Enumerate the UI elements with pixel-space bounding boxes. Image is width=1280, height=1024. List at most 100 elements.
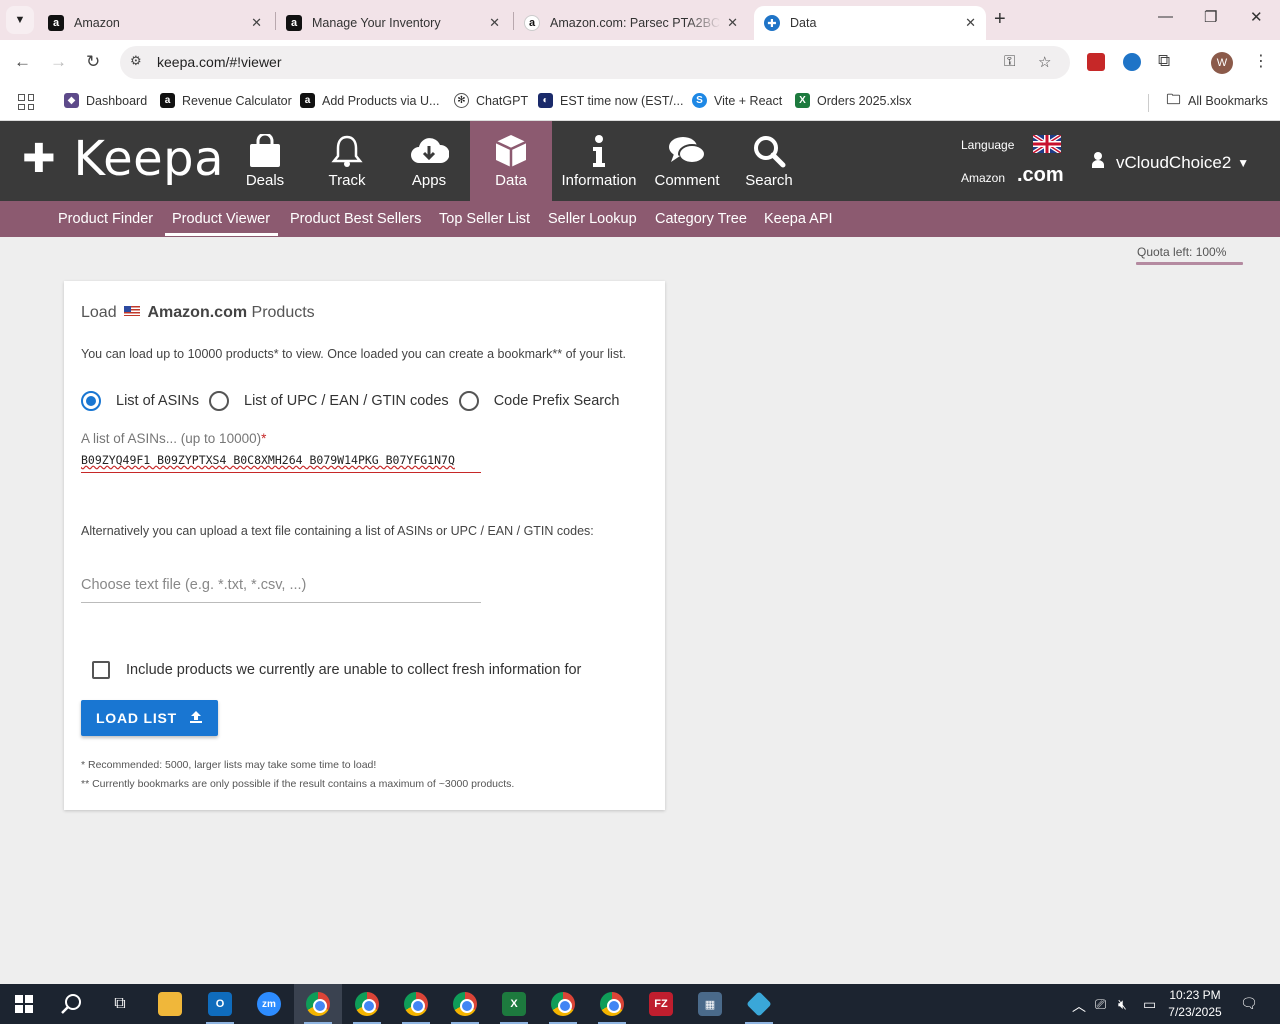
close-icon[interactable]: ✕	[251, 15, 262, 31]
calculator-icon: ▦	[698, 992, 722, 1016]
puzzle-icon[interactable]: ⧉	[1158, 51, 1170, 71]
radio-list-of-upc[interactable]	[209, 391, 230, 411]
taskbar-file-explorer[interactable]	[146, 984, 194, 1024]
caret-down-icon: ▼	[1237, 155, 1250, 170]
amazon-domain-select[interactable]: .com	[1017, 164, 1064, 187]
key-icon[interactable]: ⚿	[1004, 53, 1015, 70]
taskbar-chrome-2[interactable]	[343, 984, 391, 1024]
back-icon[interactable]: ←	[14, 52, 31, 72]
keepa-icon: ✚	[764, 15, 780, 31]
include-stale-checkbox[interactable]	[92, 661, 110, 679]
subnav-seller-lookup[interactable]: Seller Lookup	[548, 211, 637, 227]
apps-grid-icon[interactable]	[18, 94, 34, 110]
box-icon	[493, 132, 529, 170]
keepa-logo[interactable]: ✚ Keepa	[22, 131, 224, 187]
task-view-button[interactable]: ⧉	[96, 984, 144, 1024]
load-list-button[interactable]: LOAD LIST	[81, 700, 218, 736]
nav-track[interactable]: Track	[317, 121, 377, 201]
radio-list-of-asins[interactable]	[81, 391, 101, 411]
taskbar-clock[interactable]: 10:23 PM 7/23/2025	[1162, 987, 1228, 1021]
close-window-icon[interactable]: ✕	[1250, 8, 1263, 26]
vite-icon: S	[692, 93, 707, 108]
volume-muted-icon[interactable]: 🔇︎	[1118, 996, 1127, 1013]
taskbar-app-diamond[interactable]	[735, 984, 783, 1024]
bookmark-revenue-calculator[interactable]: a Revenue Calculator	[160, 93, 292, 108]
nav-apps[interactable]: Apps	[399, 121, 459, 201]
all-bookmarks[interactable]: 🗀 All Bookmarks	[1166, 91, 1268, 108]
tab-search-button[interactable]: ▼	[6, 6, 34, 34]
tab-amazon-parsec[interactable]: a Amazon.com: Parsec PTA2BC2L ✕	[514, 6, 748, 40]
taskbar-filezilla[interactable]: FZ	[637, 984, 685, 1024]
notifications-icon[interactable]: 🗨︎	[1240, 995, 1258, 1012]
include-stale-row[interactable]: Include products we currently are unable…	[92, 661, 581, 679]
taskbar-zoom[interactable]: zm	[245, 984, 293, 1024]
include-stale-label[interactable]: Include products we currently are unable…	[126, 662, 581, 678]
filezilla-icon: FZ	[649, 992, 673, 1016]
diamond-app-icon	[746, 991, 772, 1017]
taskbar-calculator[interactable]: ▦	[686, 984, 734, 1024]
tab-data[interactable]: ✚ Data ✕	[754, 6, 986, 40]
forward-icon[interactable]: →	[50, 52, 67, 72]
display-icon[interactable]: ▭	[1143, 996, 1156, 1013]
subnav-product-best-sellers[interactable]: Product Best Sellers	[290, 211, 421, 227]
amazon-icon: a	[300, 93, 315, 108]
bookmark-est-time[interactable]: ◐ EST time now (EST/...	[538, 93, 683, 108]
close-icon[interactable]: ✕	[489, 15, 500, 31]
nav-deals[interactable]: Deals	[235, 121, 295, 201]
subnav-product-finder[interactable]: Product Finder	[58, 211, 153, 227]
reload-icon[interactable]: ↻	[86, 52, 100, 72]
subnav-category-tree[interactable]: Category Tree	[655, 211, 747, 227]
taskbar-search[interactable]	[48, 984, 96, 1024]
bookmark-vite-react[interactable]: S Vite + React	[692, 93, 782, 108]
bookmark-add-products[interactable]: a Add Products via U...	[300, 93, 439, 108]
star-icon[interactable]: ☆	[1038, 53, 1051, 71]
file-upload-input[interactable]: Choose text file (e.g. *.txt, *.csv, ...…	[81, 577, 481, 603]
subnav-keepa-api[interactable]: Keepa API	[764, 211, 833, 227]
keepa-extension-icon[interactable]	[1123, 53, 1141, 71]
chrome-icon	[306, 992, 330, 1016]
bookmark-orders-xlsx[interactable]: X Orders 2025.xlsx	[795, 93, 911, 108]
tab-manage-inventory[interactable]: a Manage Your Inventory ✕	[276, 6, 510, 40]
start-button[interactable]	[0, 984, 48, 1024]
close-icon[interactable]: ✕	[965, 15, 976, 31]
minimize-icon[interactable]: —	[1158, 8, 1173, 25]
input-type-radio-group: List of ASINs List of UPC / EAN / GTIN c…	[81, 389, 629, 413]
avatar[interactable]: W	[1211, 52, 1233, 74]
subnav-product-viewer[interactable]: Product Viewer	[164, 211, 279, 236]
taskbar-chrome-3[interactable]	[392, 984, 440, 1024]
omnibox[interactable]: ⚙ keepa.com/#!viewer ⚿ ☆	[120, 46, 1070, 79]
site-settings-icon[interactable]: ⚙	[130, 53, 142, 69]
subnav-top-seller-list[interactable]: Top Seller List	[439, 211, 530, 227]
nav-search[interactable]: Search	[740, 121, 798, 201]
new-tab-icon[interactable]: +	[994, 8, 1006, 31]
nav-information[interactable]: Information	[556, 121, 642, 201]
extension-red-icon[interactable]	[1087, 53, 1105, 71]
taskbar-outlook[interactable]: O	[196, 984, 244, 1024]
taskbar-chrome-w[interactable]	[294, 984, 342, 1024]
tray-chevron-up-icon[interactable]: ︿	[1072, 996, 1086, 1016]
zoom-icon: zm	[257, 992, 281, 1016]
uk-flag-icon[interactable]	[1033, 135, 1061, 153]
restore-icon[interactable]: ❐	[1204, 8, 1217, 26]
close-icon[interactable]: ✕	[727, 15, 738, 31]
taskbar-chrome-6[interactable]	[588, 984, 636, 1024]
user-menu[interactable]: vCloudChoice2 ▼	[1092, 152, 1249, 173]
nav-data[interactable]: Data	[470, 121, 552, 201]
bookmark-chatgpt[interactable]: ✻ ChatGPT	[454, 93, 528, 108]
tab-amazon[interactable]: a Amazon ✕	[38, 6, 272, 40]
excel-icon: X	[795, 93, 810, 108]
folder-icon	[158, 992, 182, 1016]
taskbar-chrome-4[interactable]	[441, 984, 489, 1024]
url-text[interactable]: keepa.com/#!viewer	[157, 54, 282, 70]
nav-comment[interactable]: Comment	[652, 121, 722, 201]
network-icon[interactable]: ⎚	[1095, 996, 1106, 1013]
radio-label[interactable]: List of ASINs	[116, 393, 199, 409]
radio-label[interactable]: List of UPC / EAN / GTIN codes	[244, 393, 449, 409]
bookmark-dashboard[interactable]: ◆ Dashboard	[64, 93, 147, 108]
asin-list-input[interactable]: B09ZYQ49F1 B09ZYPTXS4 B0C8XMH264 B079W14…	[81, 451, 481, 473]
radio-code-prefix-search[interactable]	[458, 391, 479, 411]
radio-label[interactable]: Code Prefix Search	[494, 393, 620, 409]
menu-kebab-icon[interactable]: ⋮	[1253, 51, 1269, 71]
taskbar-chrome-5[interactable]	[539, 984, 587, 1024]
taskbar-excel[interactable]: X	[490, 984, 538, 1024]
